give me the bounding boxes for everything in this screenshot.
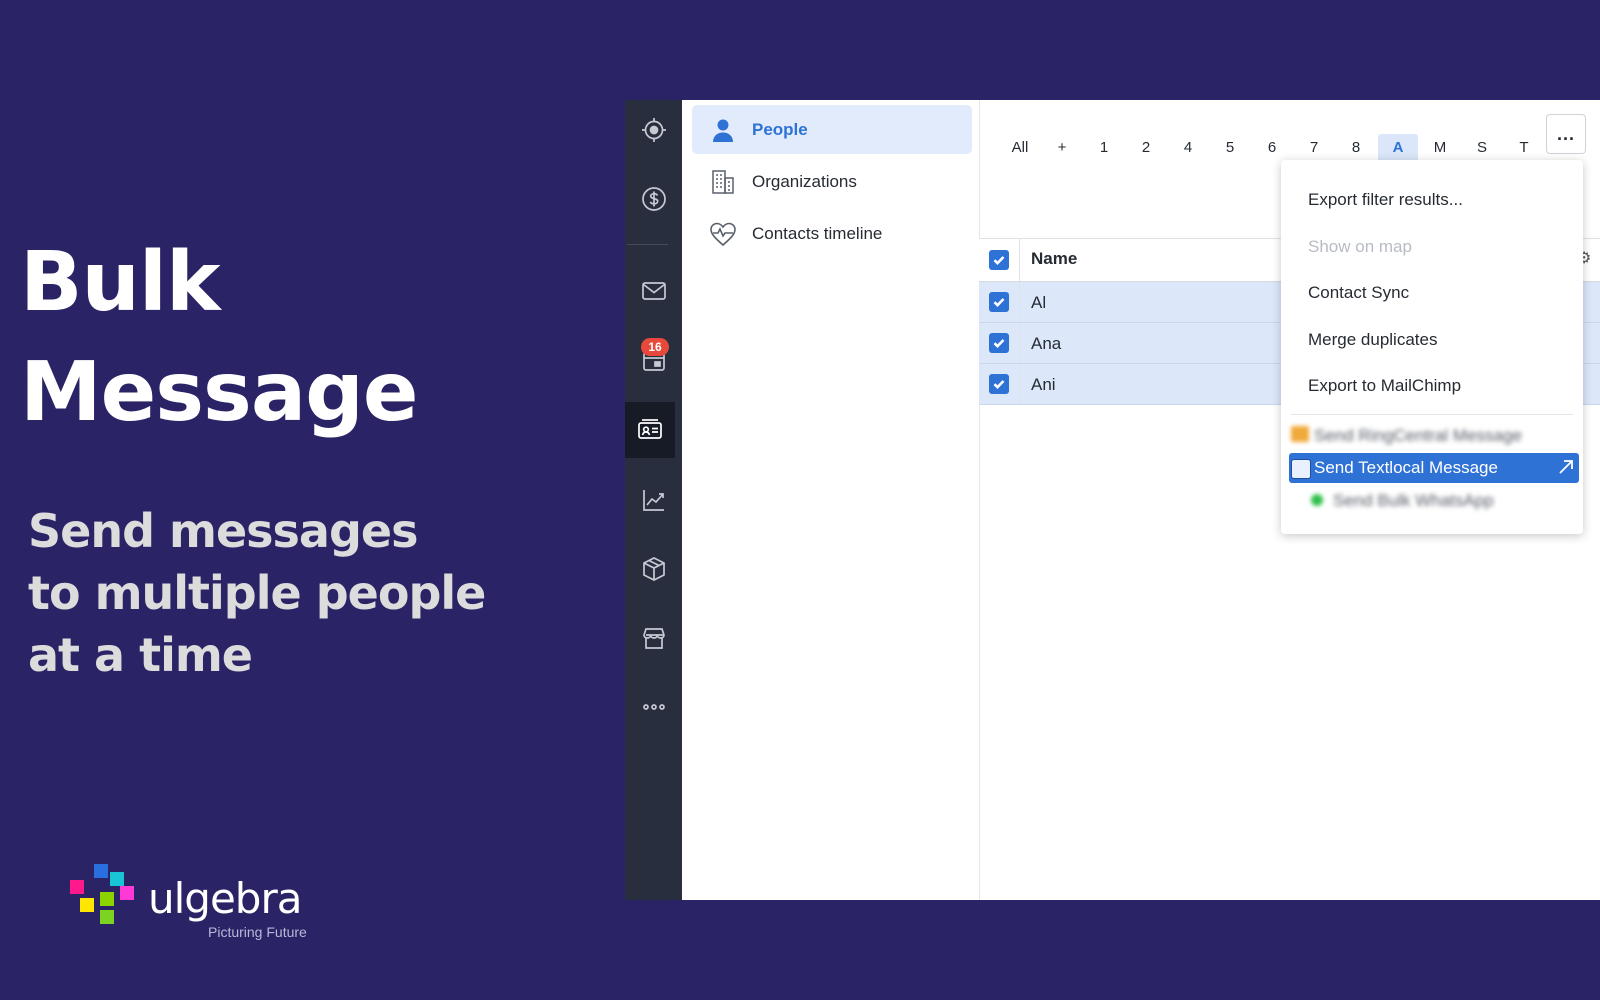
- rail-divider: [627, 244, 668, 245]
- rail-marketplace[interactable]: [625, 610, 682, 666]
- menu-item-export-to-mailchimp[interactable]: Export to MailChimp: [1308, 376, 1461, 396]
- filter-letter[interactable]: 2: [1125, 134, 1167, 162]
- ulgebra-logo: ulgebra Picturing Future: [70, 864, 330, 948]
- chart-icon: [642, 490, 664, 511]
- contacts-subnav: People Organizations Contacts timeline: [682, 100, 980, 900]
- menu-item-send-bulk-whatsapp[interactable]: Send Bulk WhatsApp: [1333, 491, 1494, 511]
- rail-more[interactable]: [625, 679, 682, 735]
- logo-square-icon: [94, 864, 108, 878]
- logo-square-icon: [80, 898, 94, 912]
- ringcentral-app-icon: [1291, 426, 1309, 442]
- external-link-icon: [1559, 460, 1573, 474]
- dollar-icon: [641, 187, 666, 211]
- subnav-item-label: Contacts timeline: [752, 223, 883, 243]
- headline-line-1: Bulk: [20, 235, 221, 330]
- column-header-name[interactable]: Name: [1031, 249, 1077, 269]
- menu-item-show-on-map: Show on map: [1308, 237, 1412, 256]
- more-actions-menu: Export filter results... Show on map Con…: [1281, 160, 1583, 534]
- rail-focus[interactable]: [625, 102, 682, 158]
- box-icon: [642, 557, 665, 581]
- filter-letter[interactable]: 6: [1251, 134, 1293, 162]
- select-all-checkbox[interactable]: [989, 250, 1009, 270]
- column-divider: [1019, 282, 1020, 322]
- building-icon: [708, 167, 738, 197]
- check-icon: [993, 256, 1005, 266]
- check-icon: [993, 298, 1005, 308]
- rail-deals[interactable]: [625, 171, 682, 227]
- people-list-view: All + 1 2 4 5 6 7 8 A M S T ... Name ⚙ A…: [979, 100, 1600, 900]
- heartbeat-icon: [708, 219, 738, 249]
- subline-line-3: at a time: [28, 628, 253, 682]
- check-icon: [993, 380, 1005, 390]
- subnav-item-people[interactable]: People: [692, 105, 972, 154]
- menu-item-merge-duplicates[interactable]: Merge duplicates: [1308, 330, 1437, 350]
- icon-rail: 16: [625, 100, 682, 900]
- filter-letter[interactable]: 8: [1335, 134, 1377, 162]
- row-checkbox[interactable]: [989, 333, 1009, 353]
- check-icon: [993, 339, 1005, 349]
- filter-letter[interactable]: M: [1419, 134, 1461, 162]
- logo-tagline: Picturing Future: [208, 924, 307, 940]
- filter-letter-selected[interactable]: A: [1378, 134, 1418, 162]
- row-checkbox[interactable]: [989, 374, 1009, 394]
- whatsapp-app-icon: [1311, 494, 1323, 506]
- row-name[interactable]: Ana: [1031, 334, 1061, 354]
- filter-letter[interactable]: All: [999, 134, 1041, 162]
- logo-wordmark: ulgebra: [148, 874, 302, 923]
- filter-letter[interactable]: 1: [1083, 134, 1125, 162]
- calendar-count-badge: 16: [641, 338, 669, 356]
- filter-letter[interactable]: 4: [1167, 134, 1209, 162]
- logo-square-icon: [120, 886, 134, 900]
- row-name[interactable]: Al: [1031, 293, 1046, 313]
- mail-icon: [641, 282, 666, 300]
- textlocal-app-icon: [1291, 459, 1311, 479]
- row-name[interactable]: Ani: [1031, 375, 1056, 395]
- crm-app-window: 16 People Organizations Contacts timelin…: [625, 100, 1600, 900]
- logo-square-icon: [110, 872, 124, 886]
- menu-item-label: Send Textlocal Message: [1314, 458, 1498, 477]
- subline-line-1: Send messages: [28, 504, 418, 558]
- logo-square-icon: [100, 892, 114, 906]
- filter-letter[interactable]: +: [1041, 134, 1083, 162]
- rail-mail[interactable]: [625, 263, 682, 319]
- filter-letter[interactable]: 7: [1293, 134, 1335, 162]
- filter-letter[interactable]: T: [1503, 134, 1545, 162]
- filter-letter[interactable]: S: [1461, 134, 1503, 162]
- promo-headline: Bulk Message: [20, 228, 418, 448]
- menu-item-contact-sync[interactable]: Contact Sync: [1308, 283, 1409, 303]
- promo-subline: Send messages to multiple people at a ti…: [28, 500, 486, 686]
- column-divider: [1019, 239, 1020, 281]
- menu-item-send-ringcentral-message[interactable]: Send RingCentral Message: [1314, 426, 1522, 446]
- menu-divider: [1291, 414, 1573, 415]
- logo-square-icon: [100, 910, 114, 924]
- headline-line-2: Message: [20, 345, 418, 440]
- filter-letter[interactable]: 5: [1209, 134, 1251, 162]
- rail-insights[interactable]: [625, 472, 682, 528]
- alphabet-filter: All + 1 2 4 5 6 7 8 A M S T: [999, 134, 1545, 162]
- focus-icon: [641, 118, 666, 142]
- menu-item-send-textlocal-message[interactable]: Send Textlocal Message: [1289, 453, 1579, 483]
- subnav-item-organizations[interactable]: Organizations: [692, 157, 972, 206]
- menu-item-export-filter-results[interactable]: Export filter results...: [1308, 190, 1463, 210]
- more-actions-button[interactable]: ...: [1546, 114, 1586, 154]
- rail-products[interactable]: [625, 541, 682, 597]
- logo-square-icon: [70, 880, 84, 894]
- column-divider: [1019, 323, 1020, 363]
- row-checkbox[interactable]: [989, 292, 1009, 312]
- subline-line-2: to multiple people: [28, 566, 486, 620]
- subnav-item-label: Organizations: [752, 171, 857, 191]
- subnav-item-contacts-timeline[interactable]: Contacts timeline: [692, 209, 972, 258]
- store-icon: [642, 628, 665, 649]
- rail-contacts[interactable]: [625, 402, 675, 458]
- column-divider: [1019, 364, 1020, 404]
- more-icon: [642, 704, 665, 710]
- person-icon: [708, 115, 738, 145]
- contacts-icon: [638, 419, 662, 439]
- subnav-item-label: People: [752, 119, 808, 139]
